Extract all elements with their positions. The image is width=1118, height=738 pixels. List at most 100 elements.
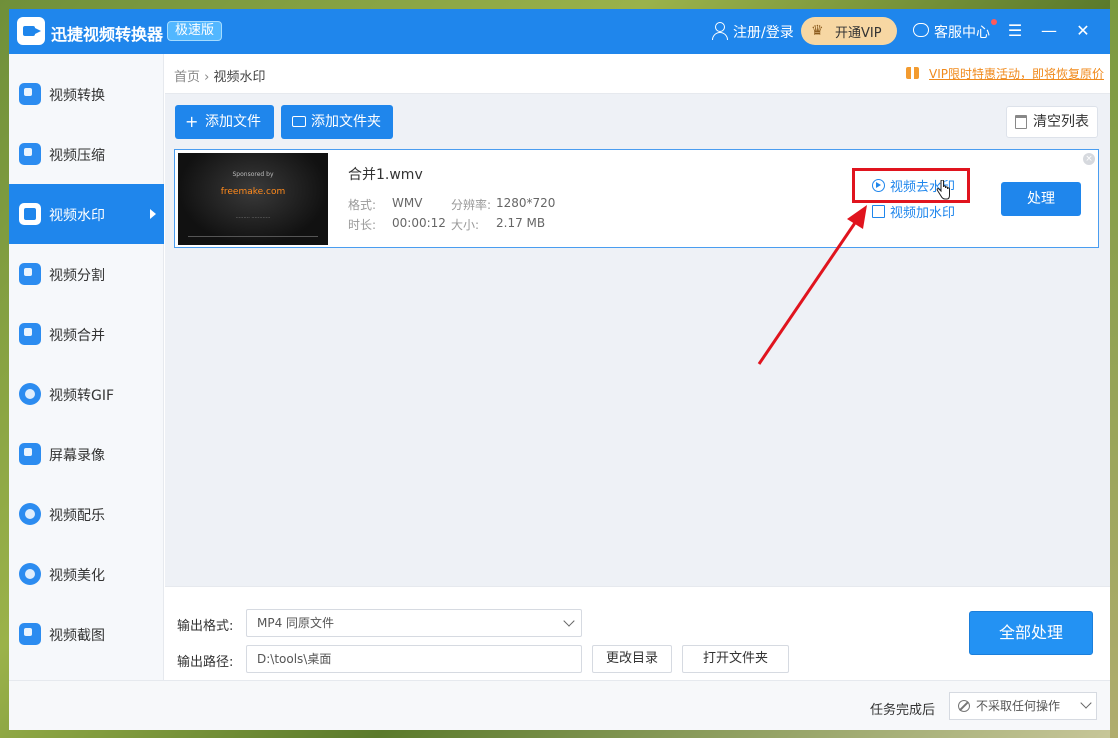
menu-icon[interactable]: ☰ [1005, 19, 1025, 43]
app-window: 迅捷视频转换器 极速版 注册/登录 ♛ 开通VIP 客服中心 ☰ — ✕ 视频转… [9, 9, 1110, 730]
sidebar-item-label: 视频转换 [49, 88, 105, 104]
close-button[interactable]: ✕ [1073, 19, 1093, 43]
sidebar-item-video-beautify[interactable]: 视频美化 [9, 544, 164, 604]
clear-list-label: 清空列表 [1033, 114, 1089, 130]
format-label: 格式: [348, 198, 377, 212]
output-path-value: D:\tools\桌面 [257, 652, 332, 666]
size-label: 大小: [451, 218, 480, 232]
breadcrumb-home[interactable]: 首页 [174, 70, 200, 85]
customer-service-link[interactable]: 客服中心 [934, 22, 990, 42]
sidebar-item-video-watermark[interactable]: 视频水印 [9, 184, 164, 244]
sidebar-item-label: 视频合并 [49, 328, 105, 344]
sidebar-item-video-music[interactable]: 视频配乐 [9, 484, 164, 544]
folder-icon [292, 116, 306, 127]
thumbnail-bar [188, 236, 318, 237]
annotation-arrow-icon [757, 205, 867, 365]
duration-label: 时长: [348, 218, 377, 232]
chevron-right-icon [150, 209, 156, 219]
app-title: 迅捷视频转换器 [51, 25, 164, 44]
clear-list-button[interactable]: 清空列表 [1006, 106, 1098, 138]
vip-button[interactable]: ♛ 开通VIP [801, 17, 897, 45]
thumbnail-brand-text: freemake.com [220, 187, 286, 197]
sidebar-item-video-convert[interactable]: 视频转换 [9, 64, 164, 124]
plus-icon: + [185, 112, 199, 131]
add-file-label: 添加文件 [205, 114, 261, 130]
open-folder-button[interactable]: 打开文件夹 [682, 645, 789, 673]
sidebar-item-video-split[interactable]: 视频分割 [9, 244, 164, 304]
thumbnail-small-text: ········· ············ [235, 215, 271, 221]
output-panel: 输出格式: MP4 同原文件 输出路径: D:\tools\桌面 更改目录 打开… [165, 586, 1110, 680]
resolution-value: 1280*720 [496, 196, 556, 210]
size-value: 2.17 MB [496, 216, 546, 230]
output-format-select[interactable]: MP4 同原文件 [246, 609, 582, 637]
title-bar: 迅捷视频转换器 极速版 注册/登录 ♛ 开通VIP 客服中心 ☰ — ✕ [9, 9, 1110, 54]
video-split-icon [19, 263, 41, 285]
sidebar-item-label: 视频截图 [49, 628, 105, 644]
process-button[interactable]: 处理 [1001, 182, 1081, 216]
minimize-button[interactable]: — [1039, 19, 1059, 43]
sidebar-item-label: 视频水印 [49, 208, 105, 224]
sidebar-item-screen-record[interactable]: 屏幕录像 [9, 424, 164, 484]
output-format-label: 输出格式: [177, 619, 234, 634]
video-beautify-icon [19, 563, 41, 585]
trash-icon [1015, 115, 1027, 129]
add-folder-label: 添加文件夹 [311, 114, 381, 130]
ban-icon [958, 700, 970, 712]
video-music-icon [19, 503, 41, 525]
login-link[interactable]: 注册/登录 [733, 22, 794, 42]
after-task-label: 任务完成后 [870, 703, 936, 718]
video-compress-icon [19, 143, 41, 165]
sidebar-item-label: 屏幕录像 [49, 448, 105, 464]
sidebar-item-label: 视频配乐 [49, 508, 105, 524]
remove-file-icon[interactable]: × [1083, 153, 1095, 165]
video-merge-icon [19, 323, 41, 345]
add-folder-button[interactable]: 添加文件夹 [281, 105, 393, 139]
breadcrumb-current: 视频水印 [213, 70, 266, 85]
sidebar-item-video-merge[interactable]: 视频合并 [9, 304, 164, 364]
sidebar-item-video-screenshot[interactable]: 视频截图 [9, 604, 164, 664]
resolution-label: 分辨率: [451, 198, 492, 212]
after-task-value: 不采取任何操作 [976, 699, 1061, 713]
sidebar: 视频转换 视频压缩 视频水印 视频分割 视频合并 视频转GIF 屏幕录像 视频配… [9, 54, 164, 680]
video-screenshot-icon [19, 623, 41, 645]
screen-record-icon [19, 443, 41, 465]
user-icon[interactable] [711, 22, 728, 40]
video-gif-icon [19, 383, 41, 405]
sidebar-item-label: 视频压缩 [49, 148, 105, 164]
notification-dot [991, 19, 997, 25]
vip-promo-link[interactable]: VIP限时特惠活动，即将恢复原价 [929, 65, 1104, 82]
gift-icon [906, 67, 919, 79]
after-task-select[interactable]: 不采取任何操作 [949, 692, 1097, 720]
add-file-button[interactable]: + 添加文件 [175, 105, 274, 139]
sidebar-item-video-gif[interactable]: 视频转GIF [9, 364, 164, 424]
crown-icon: ♛ [811, 23, 824, 39]
format-value: WMV [392, 196, 423, 210]
video-convert-icon [19, 83, 41, 105]
video-thumbnail: Sponsored by freemake.com ········· ····… [178, 153, 328, 245]
file-name: 合并1.wmv [348, 167, 423, 183]
sidebar-item-label: 视频转GIF [49, 388, 115, 404]
output-path-label: 输出路径: [177, 655, 234, 670]
change-directory-button[interactable]: 更改目录 [592, 645, 672, 673]
sidebar-item-label: 视频分割 [49, 268, 105, 284]
chevron-down-icon [563, 615, 575, 627]
app-logo-icon [17, 17, 45, 45]
breadcrumb-separator: › [204, 70, 210, 85]
vip-label: 开通VIP [835, 26, 882, 41]
highlight-box [852, 168, 970, 203]
process-all-button[interactable]: 全部处理 [969, 611, 1093, 655]
hand-cursor-icon [936, 180, 950, 200]
sidebar-item-label: 视频美化 [49, 568, 105, 584]
duration-value: 00:00:12 [392, 216, 446, 230]
desktop-background-edge [1110, 0, 1118, 738]
file-item[interactable]: Sponsored by freemake.com ········· ····… [174, 149, 1099, 248]
edition-badge: 极速版 [167, 21, 223, 41]
add-watermark-link[interactable]: 视频加水印 [890, 202, 955, 221]
thumbnail-sponsor-text: Sponsored by [232, 171, 274, 178]
chevron-down-icon [1080, 697, 1092, 709]
status-bar: 任务完成后 不采取任何操作 [9, 680, 1110, 730]
sidebar-item-video-compress[interactable]: 视频压缩 [9, 124, 164, 184]
chat-icon[interactable] [913, 23, 929, 37]
output-path-input[interactable]: D:\tools\桌面 [246, 645, 582, 673]
breadcrumb: 首页 › 视频水印 [174, 66, 266, 85]
